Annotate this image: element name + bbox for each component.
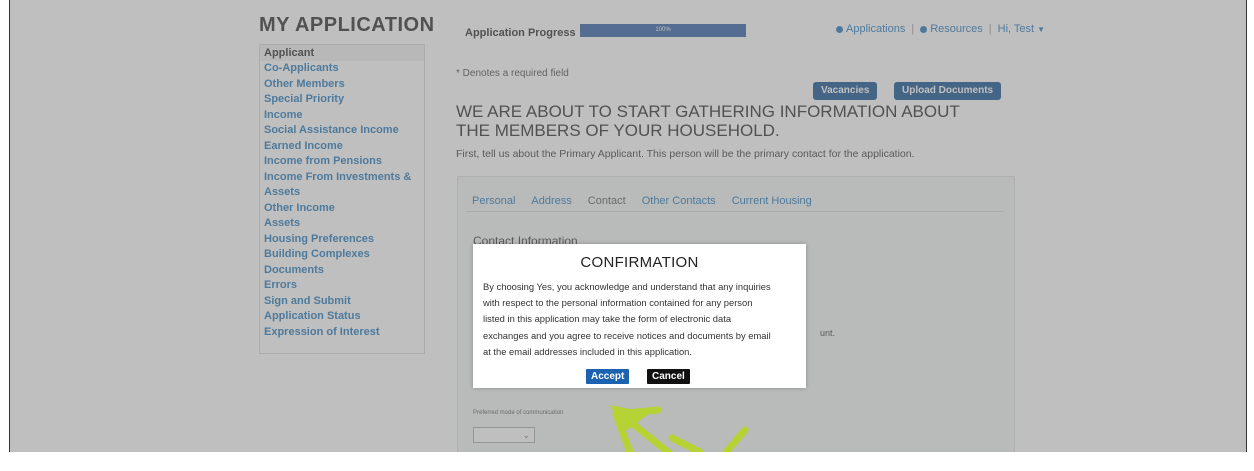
browser-frame: MY APPLICATION Applicant Co-Applicants O… bbox=[9, 0, 1247, 453]
bottom-strip bbox=[0, 452, 1254, 471]
annotation-arrow-icon bbox=[610, 405, 749, 452]
